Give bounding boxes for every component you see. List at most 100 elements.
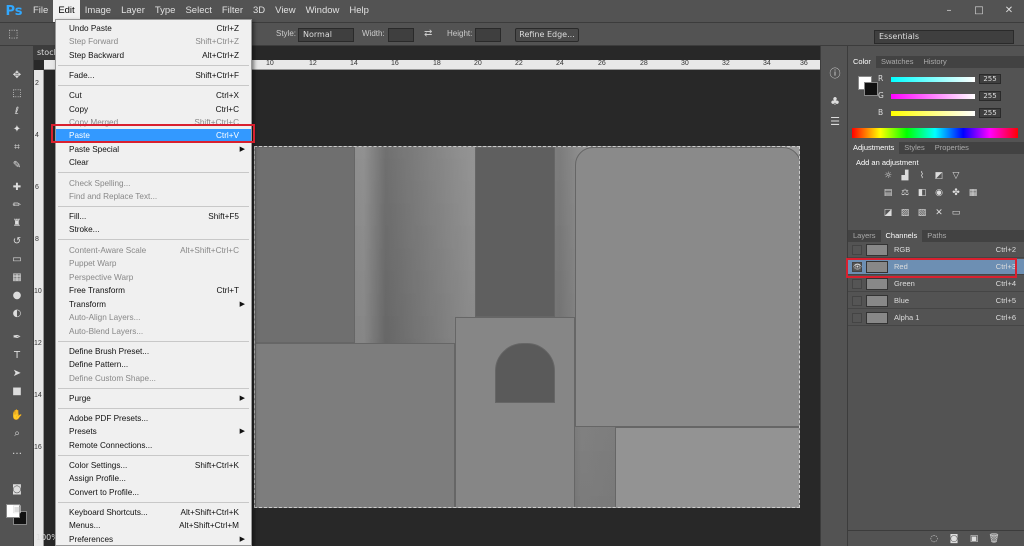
magic-wand-icon[interactable]: ✦ xyxy=(8,122,26,138)
menu-item-preferences[interactable]: Preferences ▶ xyxy=(56,533,251,546)
marquee-tool-icon[interactable]: ⬚ xyxy=(8,27,18,41)
red-slider[interactable]: R 255 xyxy=(878,74,1018,86)
menu-item-define-pattern[interactable]: Define Pattern... xyxy=(56,358,251,371)
menu-item-fill[interactable]: Fill... Shift+F5 xyxy=(56,210,251,223)
move-tool-icon[interactable]: ✥ xyxy=(8,68,26,84)
vibrance-icon[interactable]: ▽ xyxy=(950,170,962,182)
menu-item-find-replace[interactable]: Find and Replace Text... xyxy=(56,190,251,203)
brightness-icon[interactable]: ☼ xyxy=(882,170,894,182)
channel-row-green[interactable]: Green Ctrl+4 xyxy=(848,276,1024,292)
menu-item-presets[interactable]: Presets ▶ xyxy=(56,425,251,438)
style-select[interactable]: Normal xyxy=(298,28,354,42)
height-input[interactable] xyxy=(475,28,501,42)
close-button[interactable]: ✕ xyxy=(994,0,1024,20)
eyedropper-icon[interactable]: ✎ xyxy=(8,158,26,174)
quick-mask-icon[interactable]: ◙ xyxy=(8,482,26,498)
blur-tool-icon[interactable]: ● xyxy=(8,288,26,304)
channel-row-rgb[interactable]: RGB Ctrl+2 xyxy=(848,242,1024,258)
history-brush-icon[interactable]: ↺ xyxy=(8,234,26,250)
texture-image[interactable] xyxy=(254,146,800,508)
channel-row-alpha-1[interactable]: Alpha 1 Ctrl+6 xyxy=(848,310,1024,326)
tab-layers[interactable]: Layers xyxy=(848,230,881,242)
menu-item-free-transform[interactable]: Free Transform Ctrl+T xyxy=(56,284,251,297)
menu-item-paste-special[interactable]: Paste Special ▶ xyxy=(56,143,251,156)
gradient-icon[interactable]: ▦ xyxy=(8,270,26,286)
menu-item-remote-connections[interactable]: Remote Connections... xyxy=(56,439,251,452)
hand-tool-icon[interactable]: ✋ xyxy=(8,408,26,424)
black-white-icon[interactable]: ◧ xyxy=(916,187,928,199)
threshold-icon[interactable]: ▧ xyxy=(916,207,928,219)
menu-item-define-brush[interactable]: Define Brush Preset... xyxy=(56,345,251,358)
menu-item-step-forward[interactable]: Step Forward Shift+Ctrl+Z xyxy=(56,35,251,48)
path-selection-icon[interactable]: ➤ xyxy=(8,366,26,382)
panel-background-swatch[interactable] xyxy=(864,82,878,96)
menu-item-keyboard-shortcuts[interactable]: Keyboard Shortcuts... Alt+Shift+Ctrl+K xyxy=(56,506,251,519)
visibility-toggle[interactable] xyxy=(852,245,862,255)
eraser-icon[interactable]: ▭ xyxy=(8,252,26,268)
tab-history[interactable]: History xyxy=(918,56,951,68)
menu-item-undo-paste[interactable]: Undo Paste Ctrl+Z xyxy=(56,22,251,35)
curves-icon[interactable]: ⌇ xyxy=(916,170,928,182)
menu-item-step-backward[interactable]: Step Backward Alt+Ctrl+Z xyxy=(56,49,251,62)
rectangle-tool-icon[interactable]: ■ xyxy=(8,384,26,400)
menu-item-clear[interactable]: Clear xyxy=(56,156,251,169)
menu-window[interactable]: Window xyxy=(301,0,345,22)
tab-properties[interactable]: Properties xyxy=(930,142,974,154)
levels-icon[interactable]: ▟ xyxy=(899,170,911,182)
menu-item-check-spelling[interactable]: Check Spelling... xyxy=(56,177,251,190)
menu-item-auto-align[interactable]: Auto-Align Layers... xyxy=(56,311,251,324)
color-balance-icon[interactable]: ⚖ xyxy=(899,187,911,199)
tab-adjustments[interactable]: Adjustments xyxy=(848,142,900,154)
visibility-toggle[interactable] xyxy=(852,313,862,323)
delete-channel-icon[interactable]: 🗑 xyxy=(988,533,1000,545)
brush-tool-icon[interactable]: ✏ xyxy=(8,198,26,214)
color-lookup-icon[interactable]: ▦ xyxy=(967,187,979,199)
hue-saturation-icon[interactable]: ▤ xyxy=(882,187,894,199)
width-input[interactable] xyxy=(388,28,414,42)
maximize-button[interactable]: □ xyxy=(964,0,994,20)
minimize-button[interactable]: – xyxy=(934,0,964,20)
swap-icon[interactable]: ⇄ xyxy=(424,27,432,41)
color-spectrum[interactable] xyxy=(852,128,1018,138)
visibility-toggle[interactable] xyxy=(852,279,862,289)
tab-channels[interactable]: Channels xyxy=(880,230,923,242)
menu-item-define-custom-shape[interactable]: Define Custom Shape... xyxy=(56,372,251,385)
green-slider[interactable]: G 255 xyxy=(878,91,1018,103)
menu-item-content-aware-scale[interactable]: Content-Aware Scale Alt+Shift+Ctrl+C xyxy=(56,244,251,257)
tab-styles[interactable]: Styles xyxy=(899,142,929,154)
menu-item-purge[interactable]: Purge ▶ xyxy=(56,392,251,405)
menu-item-cut[interactable]: Cut Ctrl+X xyxy=(56,89,251,102)
clone-stamp-icon[interactable]: ♜ xyxy=(8,216,26,232)
menu-item-convert-profile[interactable]: Convert to Profile... xyxy=(56,486,251,499)
pen-tool-icon[interactable]: ✒ xyxy=(8,330,26,346)
menu-item-pdf-presets[interactable]: Adobe PDF Presets... xyxy=(56,412,251,425)
menu-item-menus[interactable]: Menus... Alt+Shift+Ctrl+M xyxy=(56,519,251,532)
type-tool-icon[interactable]: T xyxy=(8,348,26,364)
posterize-icon[interactable]: ▨ xyxy=(899,207,911,219)
tab-color[interactable]: Color xyxy=(848,56,876,68)
menu-item-assign-profile[interactable]: Assign Profile... xyxy=(56,472,251,485)
load-selection-icon[interactable]: ◌ xyxy=(928,533,940,545)
more-tools-icon[interactable]: … xyxy=(8,444,26,460)
zoom-tool-icon[interactable]: ⌕ xyxy=(8,426,26,442)
selective-color-icon[interactable]: ✕ xyxy=(933,207,945,219)
marquee-tool-icon[interactable]: ⬚ xyxy=(8,86,26,102)
invert-icon[interactable]: ◪ xyxy=(882,207,894,219)
channel-mixer-icon[interactable]: ✤ xyxy=(950,187,962,199)
menu-item-transform[interactable]: Transform ▶ xyxy=(56,298,251,311)
menu-file[interactable]: File xyxy=(28,0,53,22)
info-icon[interactable]: ⓘ xyxy=(827,66,843,82)
screen-mode-icon[interactable]: ▣ xyxy=(8,502,26,518)
menu-item-stroke[interactable]: Stroke... xyxy=(56,223,251,236)
menu-item-perspective-warp[interactable]: Perspective Warp xyxy=(56,271,251,284)
menu-item-puppet-warp[interactable]: Puppet Warp xyxy=(56,257,251,270)
menu-help[interactable]: Help xyxy=(344,0,374,22)
tab-paths[interactable]: Paths xyxy=(922,230,951,242)
gradient-map-icon[interactable]: ▭ xyxy=(950,207,962,219)
lasso-tool-icon[interactable]: ℓ xyxy=(8,104,26,120)
dodge-tool-icon[interactable]: ◐ xyxy=(8,306,26,322)
photo-filter-icon[interactable]: ◉ xyxy=(933,187,945,199)
menu-item-fade[interactable]: Fade... Shift+Ctrl+F xyxy=(56,69,251,82)
healing-brush-icon[interactable]: ✚ xyxy=(8,180,26,196)
workspace-select[interactable]: Essentials xyxy=(874,30,1014,44)
